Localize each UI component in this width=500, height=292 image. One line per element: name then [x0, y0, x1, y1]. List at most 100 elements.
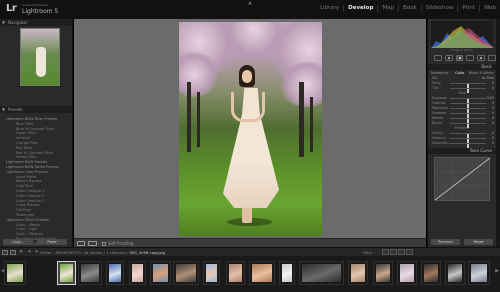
slider-tint[interactable]: Tint 0	[428, 86, 496, 93]
filmstrip-thumbnail[interactable]	[173, 261, 199, 285]
second-window-icon[interactable]: 2	[10, 250, 16, 255]
filmstrip-thumbnail[interactable]	[468, 261, 490, 285]
filter-color-icon[interactable]	[398, 249, 405, 255]
filmstrip-thumbnail[interactable]	[106, 261, 124, 285]
navigator-preview-figure	[36, 47, 46, 77]
histogram[interactable]	[431, 21, 493, 48]
filter-flag-icon[interactable]	[382, 249, 389, 255]
filmstrip-source[interactable]: Folder : ANGIEPHOTO- 26 photos / 1 selec…	[40, 250, 165, 255]
collapse-triangle-icon: ▼	[2, 107, 6, 112]
filmstrip-thumbnail[interactable]	[373, 261, 393, 285]
filmstrip-thumbnail[interactable]	[299, 261, 344, 285]
slider-value[interactable]: 0	[492, 86, 494, 91]
slider-knob[interactable]	[467, 88, 469, 93]
image-viewer[interactable]	[74, 19, 426, 238]
slider-track[interactable]	[450, 143, 486, 148]
copy-paste-buttons: Copy... Paste	[3, 239, 67, 245]
filmstrip-thumbnail[interactable]	[348, 261, 368, 285]
module-print[interactable]: Print	[457, 5, 479, 12]
slider-label: Blacks	[432, 121, 443, 125]
slider-label: Shadows	[432, 111, 447, 115]
presets-header[interactable]: ▼ Presets	[0, 106, 72, 113]
module-map[interactable]: Map	[377, 5, 398, 12]
navigator-header[interactable]: ▼ Navigator	[0, 19, 72, 26]
slider-knob[interactable]	[467, 143, 469, 148]
module-develop[interactable]: Develop	[343, 5, 377, 12]
slider-track[interactable]	[450, 103, 486, 108]
slider-label: Vibrance	[432, 136, 447, 140]
filter-options	[382, 249, 413, 255]
filmstrip-thumbnail[interactable]	[226, 261, 245, 285]
module-book[interactable]: Book	[398, 5, 421, 12]
before-after-icon[interactable]	[88, 241, 97, 246]
filmstrip-thumbnail[interactable]	[150, 261, 171, 285]
filmstrip-thumbnail[interactable]	[421, 261, 441, 285]
right-panel-rail[interactable]	[496, 19, 500, 247]
loupe-view-icon[interactable]	[77, 241, 85, 246]
soft-proofing-checkbox[interactable]	[102, 242, 106, 246]
slider-knob[interactable]	[467, 123, 469, 128]
slider-track[interactable]	[450, 88, 486, 93]
previous-reset-buttons: Previous Reset	[431, 239, 493, 245]
back-arrow-icon[interactable]: ◀	[26, 250, 32, 255]
photo-face	[242, 70, 252, 83]
tone-curve-header[interactable]: Tone Curve	[428, 148, 496, 154]
slider-track[interactable]	[450, 113, 486, 118]
slider-label: Clarity	[432, 131, 443, 135]
tone-curve-line	[434, 157, 491, 201]
crop-tool-icon[interactable]	[434, 55, 442, 61]
module-slideshow[interactable]: Slideshow	[420, 5, 458, 12]
filmstrip-thumbnail[interactable]	[397, 261, 417, 285]
red-eye-icon[interactable]	[455, 55, 464, 61]
top-panel-toggle-icon[interactable]: ▲	[248, 0, 252, 6]
reset-button[interactable]: Reset	[464, 239, 493, 245]
graduated-filter-icon[interactable]	[466, 55, 475, 61]
navigator-preview[interactable]	[20, 28, 60, 86]
filter-rating-icon[interactable]	[390, 249, 397, 255]
slider-blacks[interactable]: Blacks 0	[428, 121, 496, 128]
module-library[interactable]: Library	[316, 5, 343, 12]
main-photo[interactable]	[179, 22, 322, 236]
slider-label: Saturation	[432, 141, 449, 145]
filmstrip-header: 1 2 ▦ ◀ ▶ Folder : ANGIEPHOTO- 26 photos…	[0, 247, 500, 256]
filter-switch-icon[interactable]	[406, 249, 413, 255]
copy-button[interactable]: Copy...	[3, 239, 33, 245]
slider-track[interactable]	[450, 123, 486, 128]
previous-button[interactable]: Previous	[431, 239, 460, 245]
filmstrip-thumbnail[interactable]	[203, 261, 220, 285]
paste-button[interactable]: Paste	[37, 239, 67, 245]
slider-value[interactable]: 0	[492, 141, 494, 146]
filmstrip-thumbnail[interactable]	[78, 261, 102, 285]
photo-tree-trunk	[187, 82, 191, 152]
slider-saturation[interactable]: Saturation 0	[428, 141, 496, 148]
filmstrip-scroll-right-icon[interactable]: ▶	[495, 268, 499, 274]
filmstrip-thumbnail[interactable]	[249, 261, 275, 285]
slider-track[interactable]	[450, 133, 486, 138]
slider-value[interactable]: 0	[492, 121, 494, 126]
tone-curve-graph[interactable]	[434, 157, 491, 201]
thumbnail-image	[60, 264, 73, 282]
slider-track[interactable]	[450, 98, 486, 103]
slider-track[interactable]	[450, 118, 486, 123]
thumbnail-image	[206, 264, 217, 282]
slider-label: Temp	[432, 81, 441, 85]
slider-track[interactable]	[450, 138, 486, 143]
filmstrip-thumbnail[interactable]	[57, 261, 76, 285]
grid-view-icon[interactable]: ▦	[18, 250, 24, 255]
soft-proofing-toggle[interactable]: Soft Proofing	[102, 240, 134, 247]
histogram-graph	[431, 26, 493, 48]
filmstrip-thumbnail[interactable]	[4, 261, 26, 285]
histogram-info: Original Photo	[451, 48, 473, 52]
filmstrip-thumbnail[interactable]	[445, 261, 465, 285]
adjustment-brush-icon[interactable]	[488, 55, 496, 61]
filmstrip-thumbnail[interactable]	[129, 261, 146, 285]
thumbnail-image	[424, 264, 438, 282]
module-web[interactable]: Web	[479, 5, 500, 12]
slider-track[interactable]	[450, 108, 486, 113]
filmstrip-filename: IMG_4098 copy.jpg	[129, 250, 166, 255]
main-window-icon[interactable]: 1	[2, 250, 8, 255]
filmstrip-thumbnail[interactable]	[279, 261, 295, 285]
slider-track[interactable]	[450, 83, 486, 88]
spot-removal-icon[interactable]	[444, 55, 453, 61]
radial-filter-icon[interactable]	[477, 55, 486, 61]
